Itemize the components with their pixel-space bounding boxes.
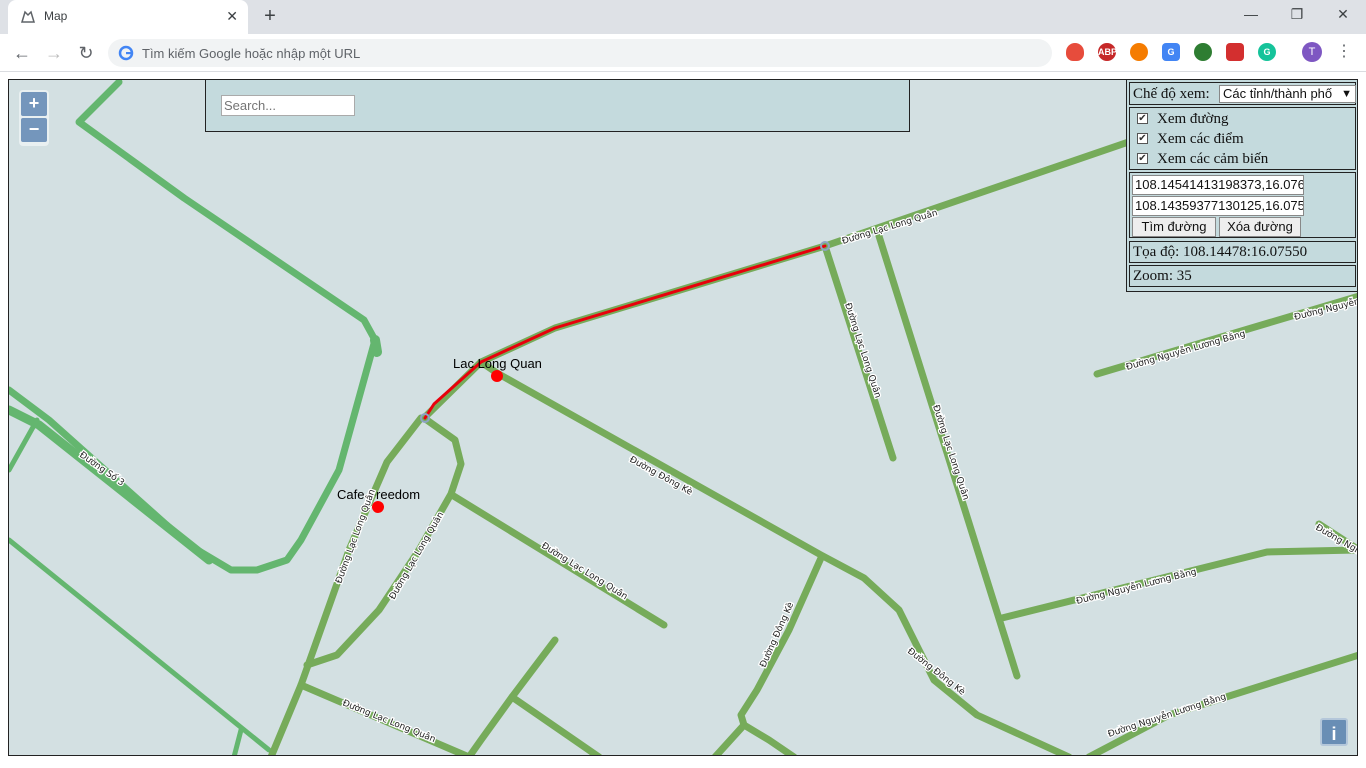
tab-title: Map [44,9,68,23]
zoom-readout: Zoom: 35 [1129,265,1356,287]
menu-dots-icon[interactable]: ⋮ [1336,41,1352,61]
tab-close-icon[interactable]: ✕ [226,8,238,25]
adblock-extension-icon[interactable]: ABP [1098,43,1117,61]
route-finder: 108.14541413198373,16.076 108.1435937713… [1129,172,1356,238]
view-mode-label: Chế độ xem: [1133,86,1210,102]
back-arrow-icon[interactable]: ← [10,41,34,65]
road [712,721,748,755]
restore-button[interactable]: ❐ [1274,6,1320,23]
view-mode-select[interactable]: Các tỉnh/thành phố ▼ [1219,85,1356,103]
road [508,693,602,755]
grammarly-extension-icon[interactable]: G [1258,43,1276,61]
search-panel [205,80,910,132]
toggle-roads-label: Xem đường [1157,111,1229,127]
point-marker-cafe-freedom [372,501,384,513]
ubuntu-extension-icon[interactable] [1130,43,1148,61]
road [9,80,379,574]
street-label: Đường Lạc Long Quân [539,540,629,602]
street-label: Đường Nguyễn Lương Bằng [1075,566,1198,607]
road [370,335,382,357]
toggle-roads[interactable]: ✔ Xem đường [1137,110,1337,130]
road [303,414,465,669]
view-mode-value: Các tỉnh/thành phố [1223,86,1333,101]
map-favicon-icon [20,10,36,23]
street-label: Đường Lạc Long Quân [842,302,883,400]
address-bar[interactable]: Tìm kiếm Google hoặc nhập một URL [108,39,1052,67]
reload-icon[interactable]: ↻ [74,41,98,65]
street-label: Đường Lạc Long Quân [930,404,971,502]
road [1086,651,1357,755]
zoom-control: + − [19,90,49,146]
close-window-button[interactable]: ✕ [1320,6,1366,23]
profile-avatar[interactable]: T [1302,42,1322,62]
road [9,405,214,565]
street-label: Đường Lạc Long Quân [333,488,377,585]
zoom-in-button[interactable]: + [21,92,47,116]
info-button[interactable]: i [1320,718,1348,746]
new-tab-button[interactable]: + [260,5,280,28]
tab-bar: Map ✕ + — ❐ ✕ [0,0,1366,34]
clear-route-button[interactable]: Xóa đường [1219,217,1301,237]
control-panel: Chế độ xem: Các tỉnh/thành phố ▼ ✔ Xem đ… [1126,80,1357,292]
route-line [423,244,827,420]
street-label: Đường Đông Kè [905,646,967,698]
page-bottom [0,757,1366,768]
map-viewport[interactable]: Lac Long Quan Cafe Freedom Đường Lạc Lon… [8,79,1358,756]
toggle-points[interactable]: ✔ Xem các điểm [1137,130,1337,150]
address-placeholder: Tìm kiếm Google hoặc nhập một URL [142,46,361,61]
point-marker-lac-long-quan [491,370,503,382]
road [737,554,825,755]
road [998,546,1357,622]
view-mode-row: Chế độ xem: Các tỉnh/thành phố ▼ [1129,82,1356,105]
layer-toggles: ✔ Xem đường ✔ Xem các điểm ✔ Xem các cảm… [1129,107,1356,170]
red-extension-icon[interactable] [1226,43,1244,61]
shield-extension-icon[interactable] [1066,43,1084,61]
position-text: Tọa độ: 108.14478:16.07550 [1133,244,1308,260]
toggle-points-label: Xem các điểm [1157,131,1244,147]
toggle-sensors[interactable]: ✔ Xem các cảm biến [1137,150,1337,170]
search-input[interactable] [221,95,355,116]
checkbox-points[interactable]: ✔ [1137,133,1148,144]
street-label: Đường Lạc Long Quân [841,207,939,247]
dropdown-arrow-icon: ▼ [1341,88,1352,100]
tab-map[interactable]: Map ✕ [8,0,248,34]
street-label: Đường Lạc Long Quân [387,510,446,602]
evernote-extension-icon[interactable] [1194,43,1212,61]
checkbox-roads[interactable]: ✔ [1137,113,1148,124]
checkbox-sensors[interactable]: ✔ [1137,153,1148,164]
start-coord-input[interactable]: 108.14541413198373,16.076 [1132,175,1304,195]
minimize-button[interactable]: — [1228,6,1274,22]
google-icon [118,45,134,61]
browser-toolbar: ← → ↻ Tìm kiếm Google hoặc nhập một URL … [0,34,1366,72]
road [9,417,40,473]
point-label-cafe-freedom: Cafe Freedom [337,487,420,502]
end-coord-input[interactable]: 108.14359377130125,16.075 [1132,196,1304,216]
street-label: Đường Lạc Long Quân [341,698,437,745]
street-label: Đường Số 3 [77,449,126,488]
toggle-sensors-label: Xem các cảm biến [1157,151,1269,167]
position-readout: Tọa độ: 108.14478:16.07550 [1129,241,1356,263]
street-label: Đường Nguyễn Lương Bằng [1107,691,1228,740]
street-label: Đường Nguyễn Lương Bằng [1125,328,1247,373]
find-route-button[interactable]: Tìm đường [1132,217,1216,237]
forward-arrow-icon[interactable]: → [42,41,66,65]
zoom-out-button[interactable]: − [21,118,47,142]
zoom-text: Zoom: 35 [1133,268,1192,284]
road [231,727,244,755]
translate-extension-icon[interactable]: G [1162,43,1180,61]
point-label-lac-long-quan: Lac Long Quan [453,356,542,371]
